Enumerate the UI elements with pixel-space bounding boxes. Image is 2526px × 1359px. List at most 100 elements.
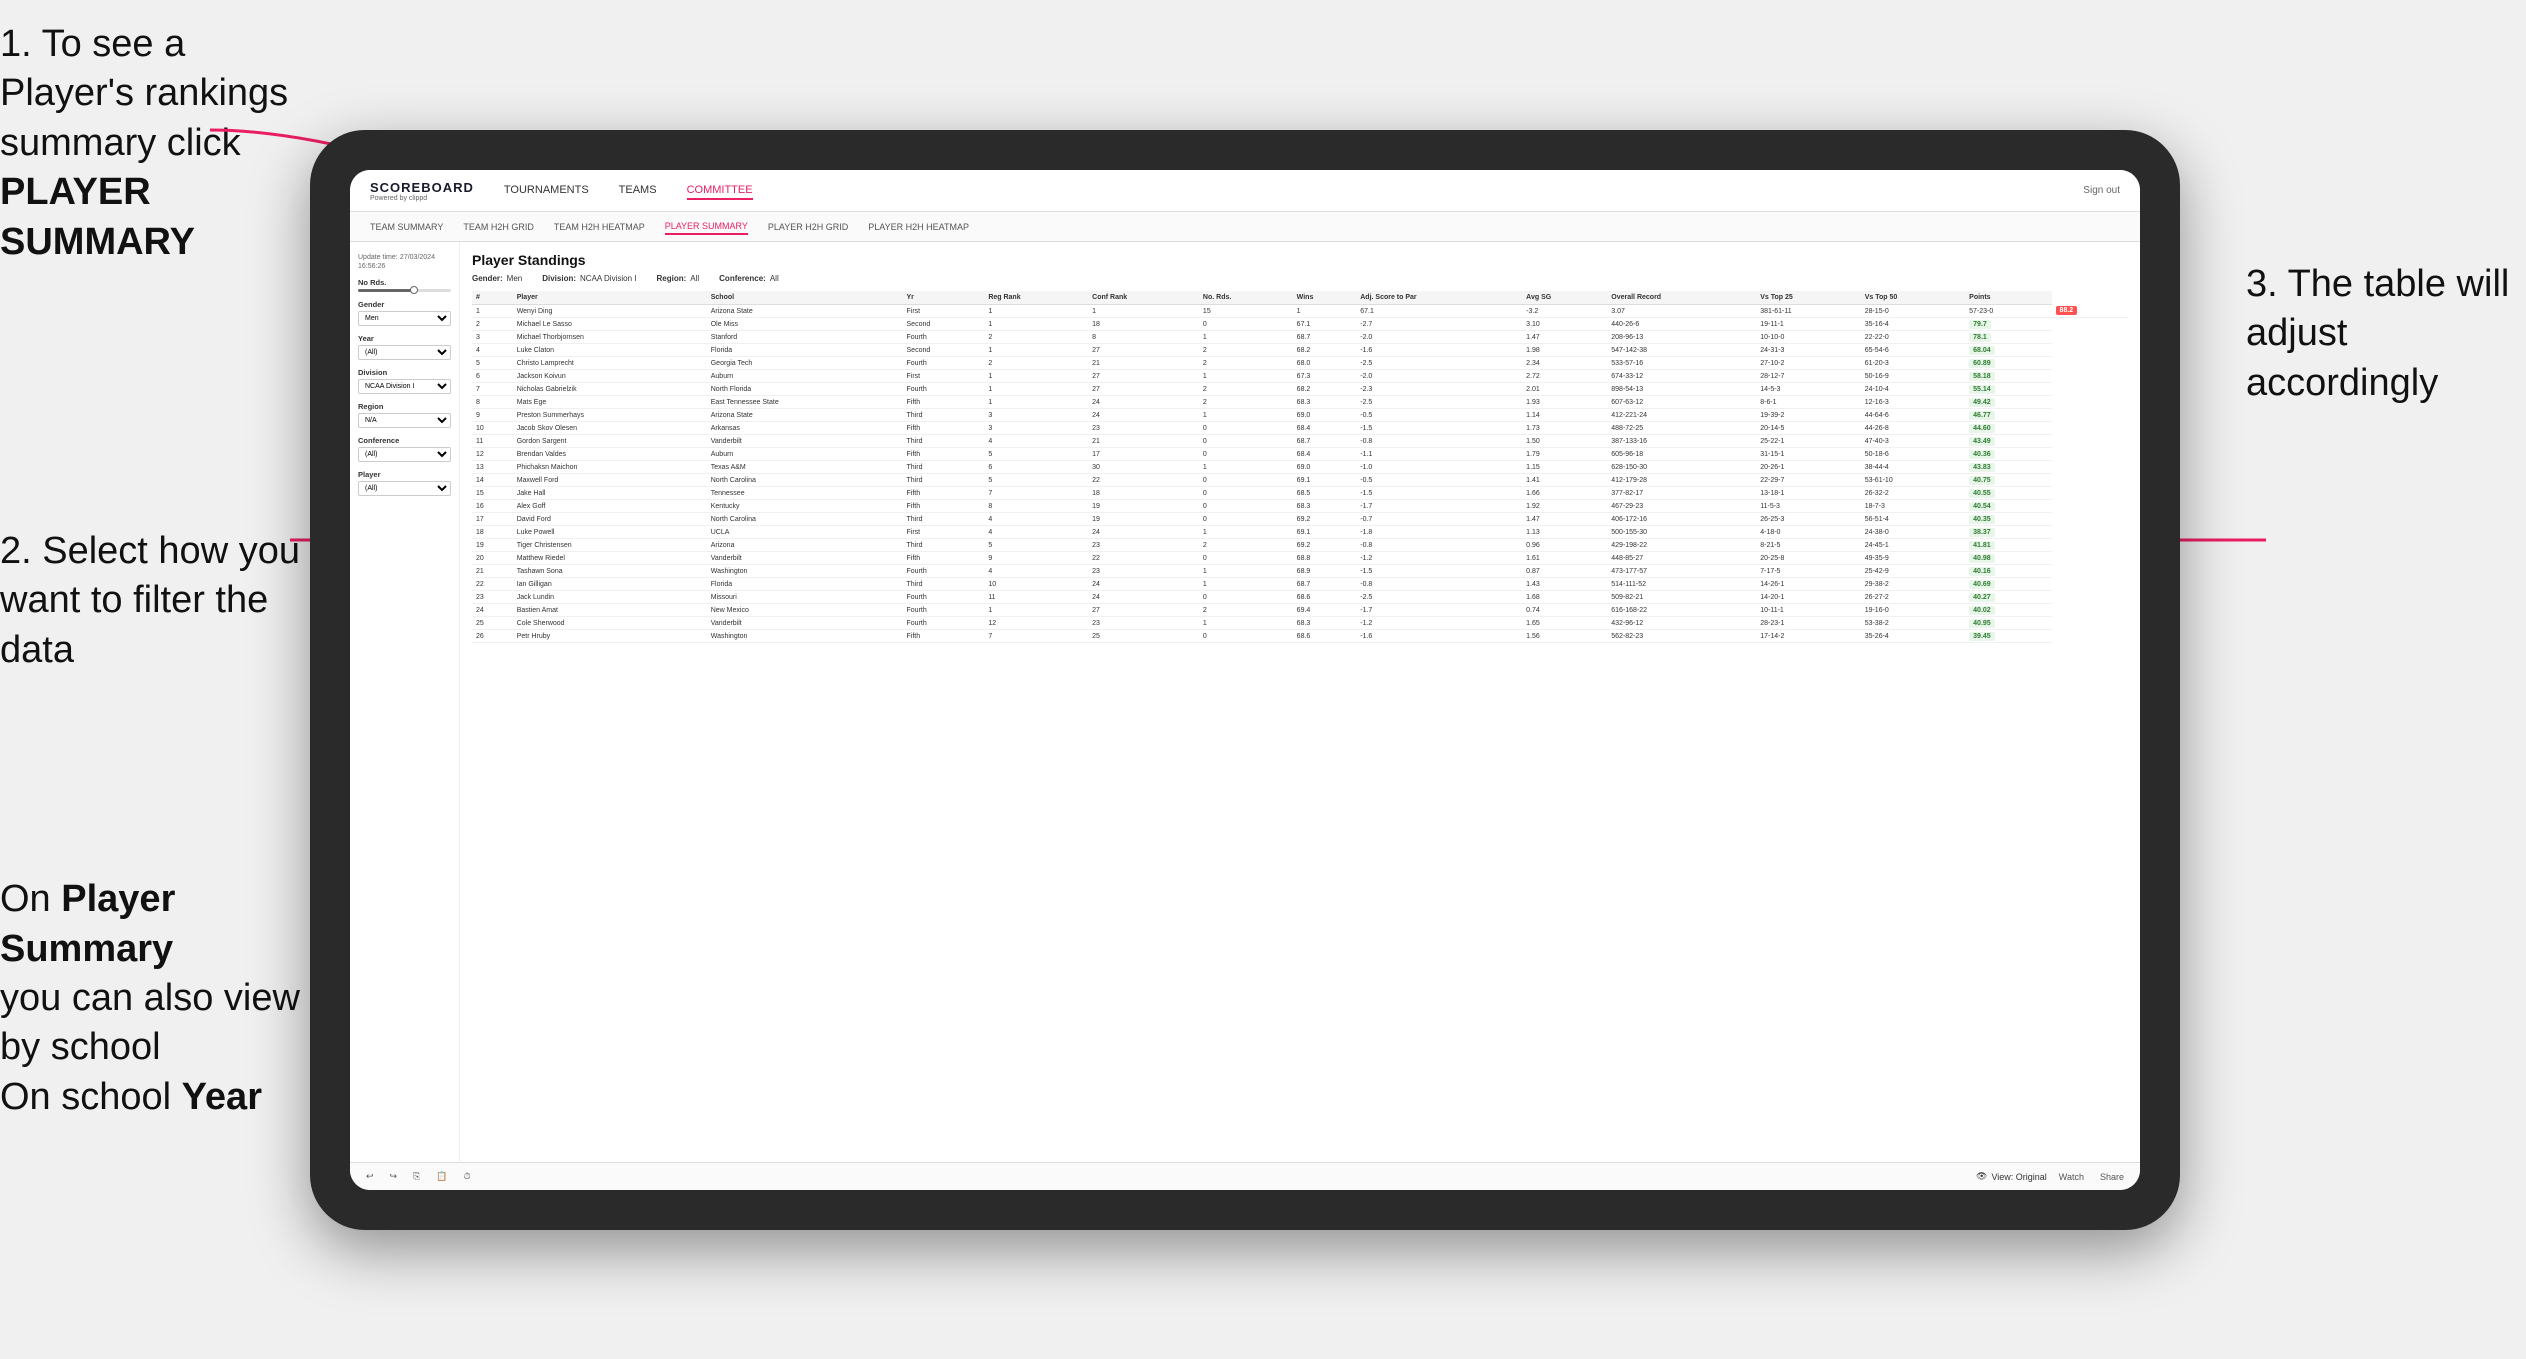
gender-label: Gender [358,300,451,309]
table-title: Player Standings [472,252,2128,268]
conference-label: Conference [358,436,451,445]
table-row[interactable]: 9Preston SummerhaysArizona StateThird324… [472,409,2128,422]
nav-items: TOURNAMENTS TEAMS COMMITTEE [504,182,2083,200]
update-time-section: Update time: 27/03/2024 16:56:26 [358,252,451,270]
division-filter-display: Division: NCAA Division I [542,274,636,283]
view-original-button[interactable]: 👁 View: Original [1976,1171,2047,1182]
table-row[interactable]: 2Michael Le SassoOle MissSecond118067.1-… [472,318,2128,331]
table-row[interactable]: 26Petr HrubyWashingtonFifth725068.6-1.61… [472,630,2128,643]
table-row[interactable]: 7Nicholas GabrielzikNorth FloridaFourth1… [472,383,2128,396]
paste-button[interactable]: 📋 [432,1169,451,1184]
col-reg-rank: Reg Rank [984,291,1088,305]
clock-button[interactable]: ⏱ [460,1169,475,1184]
year-select[interactable]: (All) First Second Third Fourth Fifth [358,345,451,360]
table-row[interactable]: 25Cole SherwoodVanderbiltFourth1223168.3… [472,617,2128,630]
slider-track [358,289,451,292]
gender-filter: Gender Men Women [358,300,451,326]
tablet-device: SCOREBOARD Powered by clippd TOURNAMENTS… [310,130,2180,1230]
table-row[interactable]: 24Bastien AmatNew MexicoFourth127269.4-1… [472,604,2128,617]
no-rds-filter: No Rds. [358,278,451,292]
region-filter-display: Region: All [656,274,699,283]
nav-item-committee[interactable]: COMMITTEE [687,182,753,200]
table-row[interactable]: 20Matthew RiedelVanderbiltFifth922068.8-… [472,552,2128,565]
table-row[interactable]: 12Brendan ValdesAuburnFifth517068.4-1.11… [472,448,2128,461]
table-row[interactable]: 8Mats EgeEast Tennessee StateFifth124268… [472,396,2128,409]
table-row[interactable]: 17David FordNorth CarolinaThird419069.2-… [472,513,2128,526]
nav-bar: SCOREBOARD Powered by clippd TOURNAMENTS… [350,170,2140,212]
table-area: Player Standings Gender: Men Division: N… [460,242,2140,1162]
division-select[interactable]: NCAA Division I NCAA Division II [358,379,451,394]
slider-thumb[interactable] [410,286,418,294]
player-filter: Player (All) [358,470,451,496]
table-row[interactable]: 23Jack LundinMissouriFourth1124068.6-2.5… [472,591,2128,604]
watch-button[interactable]: Watch [2055,1170,2088,1184]
table-row[interactable]: 19Tiger ChristensenArizonaThird523269.2-… [472,539,2128,552]
slider-fill [358,289,414,292]
nav-right: Sign out [2083,185,2120,196]
division-label: Division [358,368,451,377]
player-standings-table: # Player School Yr Reg Rank Conf Rank No… [472,291,2128,643]
sidebar: Update time: 27/03/2024 16:56:26 No Rds.… [350,242,460,1162]
region-filter: Region N/A All [358,402,451,428]
logo-area: SCOREBOARD Powered by clippd [370,180,474,202]
col-avg-sg: Avg SG [1522,291,1607,305]
region-select[interactable]: N/A All [358,413,451,428]
col-vs-top50: Vs Top 50 [1861,291,1965,305]
col-no-rds: No. Rds. [1199,291,1293,305]
table-row[interactable]: 4Luke ClatonFloridaSecond127268.2-1.61.9… [472,344,2128,357]
logo-sub: Powered by clippd [370,195,474,202]
col-player: Player [513,291,707,305]
gender-select[interactable]: Men Women [358,311,451,326]
col-conf-rank: Conf Rank [1088,291,1199,305]
logo-text: SCOREBOARD [370,180,474,195]
year-filter: Year (All) First Second Third Fourth Fif… [358,334,451,360]
redo-button[interactable]: ↪ [386,1169,402,1184]
conference-filter: Conference (All) [358,436,451,462]
conference-select[interactable]: (All) [358,447,451,462]
sub-nav-team-h2h-heatmap[interactable]: TEAM H2H HEATMAP [554,220,645,234]
sub-nav-player-summary[interactable]: PLAYER SUMMARY [665,219,748,235]
col-wins: Wins [1293,291,1357,305]
table-row[interactable]: 15Jake HallTennesseeFifth718068.5-1.51.6… [472,487,2128,500]
table-row[interactable]: 10Jacob Skov OlesenArkansasFifth323068.4… [472,422,2128,435]
gender-filter-display: Gender: Men [472,274,522,283]
sub-nav: TEAM SUMMARY TEAM H2H GRID TEAM H2H HEAT… [350,212,2140,242]
col-rank: # [472,291,513,305]
player-label: Player [358,470,451,479]
table-row[interactable]: 18Luke PowellUCLAFirst424169.1-1.81.1350… [472,526,2128,539]
table-row[interactable]: 21Tashawn SonaWashingtonFourth423168.9-1… [472,565,2128,578]
undo-button[interactable]: ↩ [362,1169,378,1184]
table-filters: Gender: Men Division: NCAA Division I Re… [472,274,2128,283]
col-yr: Yr [903,291,985,305]
main-content: Update time: 27/03/2024 16:56:26 No Rds.… [350,242,2140,1162]
table-row[interactable]: 13Phichaksn MaichonTexas A&MThird630169.… [472,461,2128,474]
step-on-text: On Player Summary you can also view by s… [0,875,310,1122]
no-rds-slider[interactable] [358,289,451,292]
table-row[interactable]: 16Alex GoffKentuckyFifth819068.3-1.71.92… [472,500,2128,513]
share-button[interactable]: Share [2096,1170,2128,1184]
nav-item-tournaments[interactable]: TOURNAMENTS [504,182,589,200]
division-filter: Division NCAA Division I NCAA Division I… [358,368,451,394]
col-points: Points [1965,291,2051,305]
sub-nav-player-h2h-grid[interactable]: PLAYER H2H GRID [768,220,848,234]
table-row[interactable]: 5Christo LamprechtGeorgia TechFourth2212… [472,357,2128,370]
table-row[interactable]: 22Ian GilliganFloridaThird1024168.7-0.81… [472,578,2128,591]
player-select[interactable]: (All) [358,481,451,496]
instruction-right: 3. The table will adjust accordingly [2246,260,2526,408]
col-overall-record: Overall Record [1607,291,1756,305]
sub-nav-team-summary[interactable]: TEAM SUMMARY [370,220,443,234]
table-row[interactable]: 11Gordon SargentVanderbiltThird421068.7-… [472,435,2128,448]
eye-icon: 👁 [1976,1171,1987,1182]
col-vs-top25: Vs Top 25 [1756,291,1860,305]
region-label: Region [358,402,451,411]
copy-button[interactable]: ⎘ [409,1169,424,1184]
sign-out-link[interactable]: Sign out [2083,185,2120,196]
sub-nav-team-h2h-grid[interactable]: TEAM H2H GRID [463,220,534,234]
table-row[interactable]: 1Wenyi DingArizona StateFirst1115167.1-3… [472,305,2128,318]
table-row[interactable]: 6Jackson KoivunAuburnFirst127167.3-2.02.… [472,370,2128,383]
nav-item-teams[interactable]: TEAMS [619,182,657,200]
table-row[interactable]: 14Maxwell FordNorth CarolinaThird522069.… [472,474,2128,487]
update-time-label: Update time: [358,254,398,261]
table-row[interactable]: 3Michael ThorbjornsenStanfordFourth28168… [472,331,2128,344]
sub-nav-player-h2h-heatmap[interactable]: PLAYER H2H HEATMAP [868,220,969,234]
